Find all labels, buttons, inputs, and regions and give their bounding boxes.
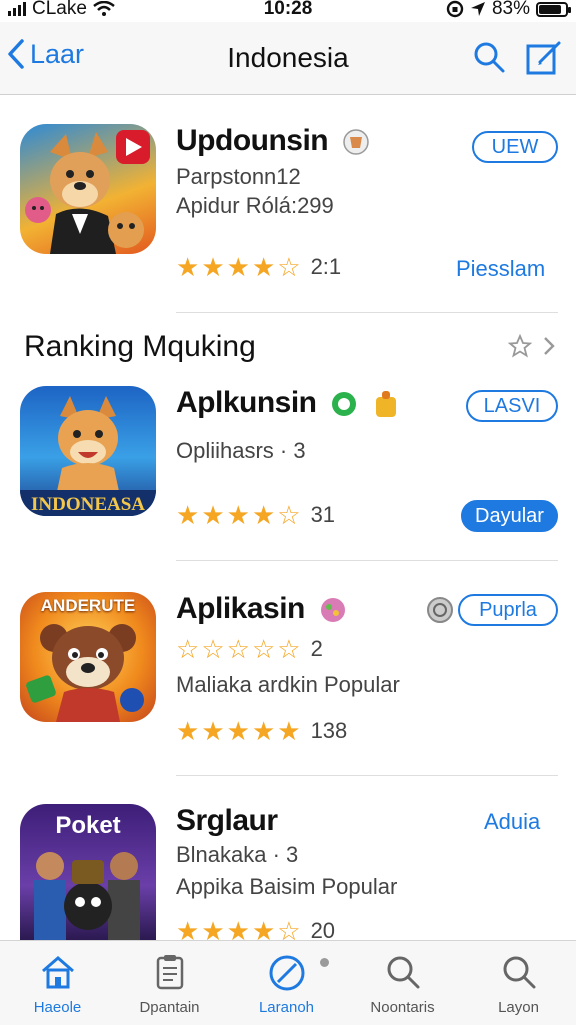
search-icon[interactable] (472, 40, 506, 74)
star-icon: ★ (251, 252, 276, 282)
dog-character-image (25, 130, 150, 254)
lock-rotation-icon (446, 0, 464, 18)
rating-count: 31 (310, 502, 336, 527)
app-subtitle: Parpstonn12 (176, 164, 301, 189)
app-subtitle: Blnakaka · 3 (176, 842, 299, 867)
star-icon: ★ (226, 716, 250, 746)
tab-today[interactable]: Dpantain (112, 941, 227, 1025)
search-icon (387, 956, 419, 989)
rating-count: 2 (310, 636, 323, 661)
star-outline-icon: ☆ (226, 634, 250, 664)
tab-label: Layon (498, 999, 539, 1016)
tab-bar: Haeole Dpantain Laranoh Noontaris Layon (0, 940, 576, 1025)
compass-icon (269, 955, 304, 991)
get-button[interactable]: Puprla (458, 594, 558, 626)
rating-count: 138 (310, 718, 348, 743)
star-icon: ★ (201, 252, 225, 282)
cup-badge-icon (343, 129, 369, 155)
green-badge-icon (332, 392, 357, 417)
star-outline-icon: ☆ (277, 634, 301, 664)
star-outline-icon: ☆ (176, 634, 200, 664)
app-category: Apidur Rólá:299 (176, 193, 334, 218)
notification-dot (320, 958, 329, 967)
battery-percent: 83% (491, 0, 530, 19)
icon-caption: INDONEASA (30, 494, 146, 515)
app-icon-anderute[interactable]: ANDERUTE (20, 592, 156, 722)
app-icon-dog-hero[interactable] (20, 124, 156, 254)
get-button[interactable]: UEW (472, 131, 558, 163)
star-rating: ★ ★ ★ ★ ★ 138 (176, 718, 347, 744)
tab-label: Dpantain (139, 999, 200, 1016)
tab-explore[interactable]: Laranoh (229, 941, 344, 1025)
compose-icon[interactable] (526, 40, 562, 76)
star-icon: ★ (201, 500, 225, 530)
star-outline-icon: ☆ (201, 634, 225, 664)
divider (176, 775, 558, 776)
star-icon: ★ (251, 716, 276, 746)
app-subtitle: Opliihasrs · 3 (176, 438, 306, 463)
gift-badge-icon (376, 391, 397, 418)
star-outline-icon: ☆ (251, 634, 276, 664)
star-icon: ★ (176, 500, 200, 530)
star-outline-icon: ☆ (277, 252, 301, 282)
app-name: Updounsin (176, 124, 329, 157)
star-icon: ★ (176, 716, 200, 746)
app-category: Maliaka ardkin Popular (176, 672, 400, 697)
coin-icon (427, 597, 453, 623)
tab-label: Laranoh (258, 999, 315, 1016)
section-title: Ranking Mquking (24, 330, 256, 363)
app-category: Appika Baisim Popular (176, 874, 398, 899)
clipboard-icon (156, 955, 183, 990)
battery-icon (536, 1, 571, 17)
app-icon-indonesia[interactable]: INDONEASA (20, 386, 156, 516)
icon-caption: ANDERUTE (40, 596, 136, 615)
star-icon: ★ (277, 716, 301, 746)
divider (176, 560, 558, 561)
star-outline-icon[interactable] (508, 334, 532, 358)
app-name: Srglaur (176, 804, 278, 837)
rating-count: 2:1 (310, 254, 342, 279)
tab-label: Haeole (33, 999, 82, 1016)
status-right: 83% (446, 0, 571, 20)
star-icon: ★ (251, 500, 276, 530)
star-icon: ★ (226, 252, 250, 282)
star-rating: ★ ★ ★ ★ ☆ 31 (176, 502, 335, 528)
tab-home[interactable]: Haeole (0, 941, 115, 1025)
search-icon (503, 956, 535, 989)
star-icon: ★ (201, 716, 225, 746)
navigation-bar: Laar Indonesia (0, 22, 576, 95)
download-button[interactable]: Dayular (461, 500, 558, 532)
star-outline-icon: ☆ (277, 500, 301, 530)
app-name: Aplikasin (176, 592, 305, 625)
status-bar: CLake 10:28 83% (0, 0, 576, 22)
star-rating: ★ ★ ★ ★ ☆ 2:1 (176, 254, 341, 280)
app-link[interactable]: Piesslam (456, 256, 545, 282)
divider (176, 312, 558, 313)
tab-notifications[interactable]: Noontaris (345, 941, 460, 1025)
location-arrow-icon (470, 2, 485, 16)
app-icon-poket[interactable]: Poket (20, 804, 156, 940)
get-button[interactable]: LASVI (466, 390, 558, 422)
candy-badge-icon (320, 598, 345, 623)
chevron-right-icon[interactable] (542, 335, 556, 357)
tab-label: Noontaris (370, 999, 435, 1016)
app-link[interactable]: Aduia (484, 809, 540, 835)
star-rating-small: ☆ ☆ ☆ ☆ ☆ 2 (176, 636, 323, 662)
star-icon: ★ (226, 500, 250, 530)
star-icon: ★ (176, 252, 200, 282)
tab-search[interactable]: Layon (461, 941, 576, 1025)
home-icon (41, 956, 74, 989)
app-name: Aplkunsin (176, 386, 317, 419)
icon-caption: Poket (55, 812, 121, 839)
